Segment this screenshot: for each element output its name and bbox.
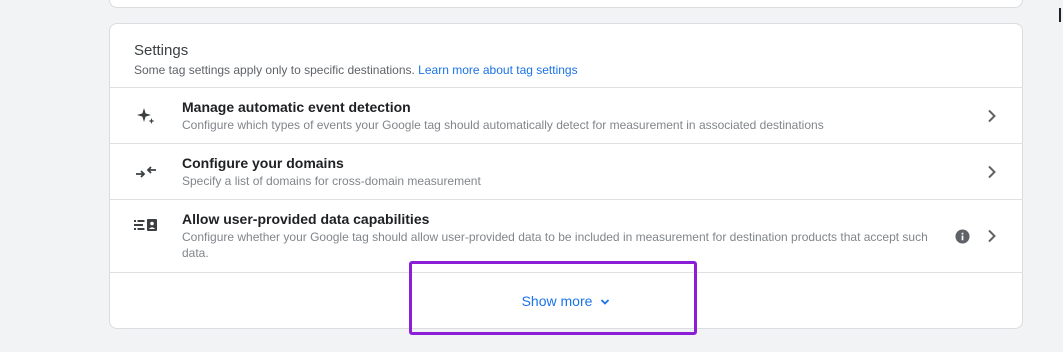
highlight-box — [409, 261, 697, 335]
settings-row-domains[interactable]: Configure your domains Specify a list of… — [110, 144, 1022, 200]
sparkle-icon — [110, 88, 182, 126]
settings-title: Settings — [134, 42, 189, 59]
row-title: Configure your domains — [182, 155, 344, 171]
row-description: Configure whether your Google tag should… — [182, 230, 928, 260]
learn-more-link[interactable]: Learn more about tag settings — [418, 63, 577, 77]
previous-card — [109, 0, 1023, 8]
info-icon[interactable] — [954, 228, 970, 244]
row-title: Allow user-provided data capabilities — [182, 211, 430, 227]
settings-row-event-detection[interactable]: Manage automatic event detection Configu… — [110, 88, 1022, 144]
chevron-right-icon[interactable] — [982, 162, 1002, 182]
row-title: Manage automatic event detection — [182, 99, 411, 115]
data-list-icon — [110, 200, 182, 232]
chevron-right-icon[interactable] — [982, 106, 1002, 126]
chevron-right-icon[interactable] — [982, 226, 1002, 246]
row-description: Configure which types of events your Goo… — [182, 118, 824, 132]
settings-subtitle: Some tag settings apply only to specific… — [134, 62, 998, 78]
arrows-inward-icon — [110, 144, 182, 182]
window-edge-marker — [1059, 8, 1061, 22]
settings-subtitle-text: Some tag settings apply only to specific… — [134, 63, 415, 77]
row-description: Specify a list of domains for cross-doma… — [182, 174, 481, 188]
settings-header: Settings Some tag settings apply only to… — [110, 24, 1022, 88]
